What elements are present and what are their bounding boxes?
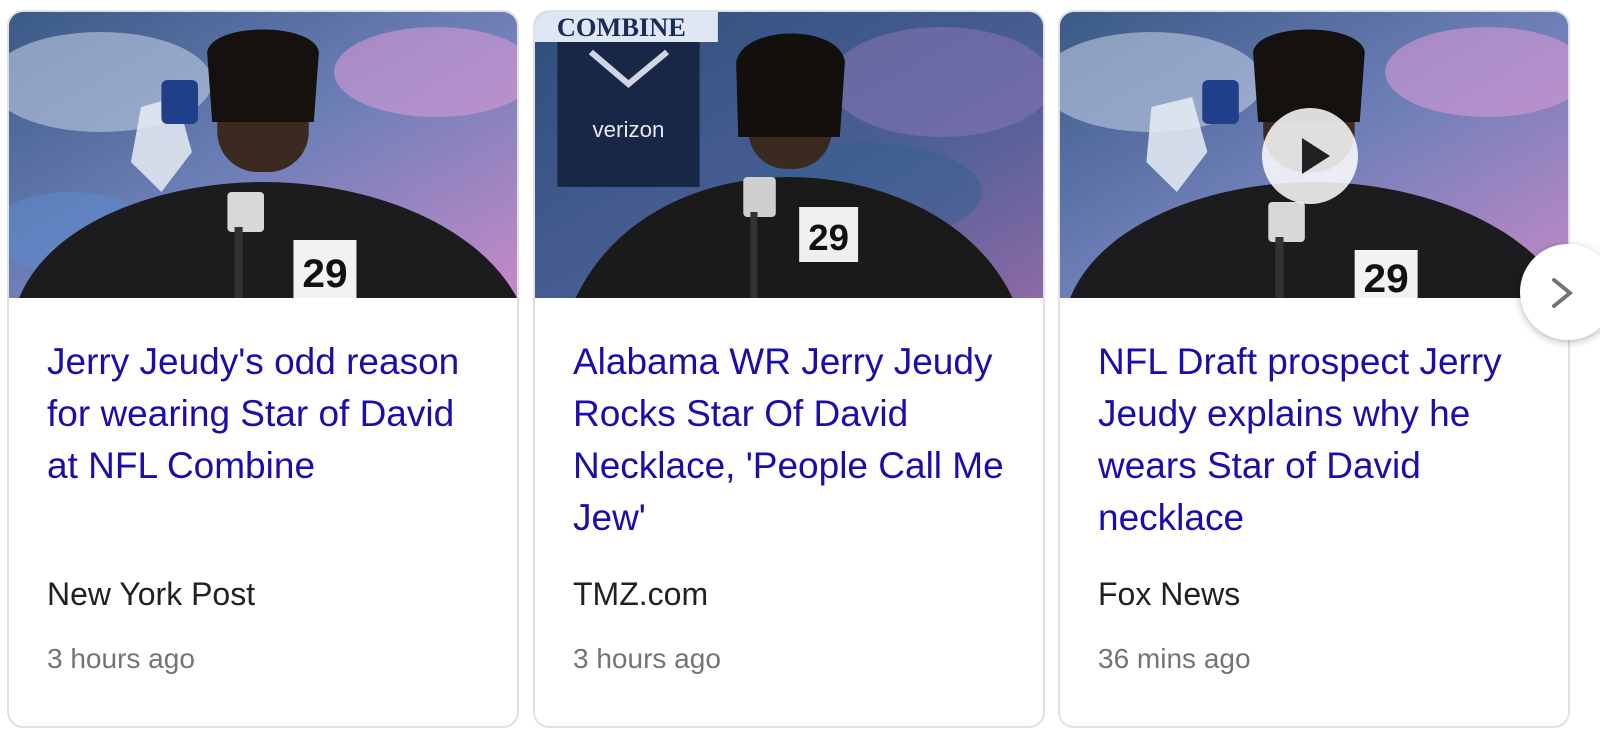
play-button[interactable] xyxy=(1262,108,1358,204)
news-timestamp: 3 hours ago xyxy=(47,643,195,674)
news-card[interactable]: COMBINE verizon 29 Alabama WR Jerry Jeud… xyxy=(533,10,1045,728)
sponsor-text: verizon xyxy=(592,117,664,142)
jersey-number: 29 xyxy=(302,250,347,296)
chevron-right-icon xyxy=(1552,278,1574,308)
news-thumbnail: 29 xyxy=(9,12,517,298)
news-headline[interactable]: Jerry Jeudy's odd reason for wearing Sta… xyxy=(47,336,487,492)
news-headline[interactable]: NFL Draft prospect Jerry Jeudy explains … xyxy=(1098,336,1538,544)
jersey-number: 29 xyxy=(1364,255,1409,298)
news-headline[interactable]: Alabama WR Jerry Jeudy Rocks Star Of Dav… xyxy=(573,336,1013,544)
news-thumbnail: COMBINE verizon 29 xyxy=(535,12,1043,298)
news-source: Fox News xyxy=(1098,576,1241,612)
news-card[interactable]: 29 Jerry Jeudy's odd reason for wearing … xyxy=(7,10,519,728)
news-timestamp: 3 hours ago xyxy=(573,643,721,674)
news-carousel: 29 Jerry Jeudy's odd reason for wearing … xyxy=(0,0,1600,734)
news-source: TMZ.com xyxy=(573,576,709,612)
backdrop-text: COMBINE xyxy=(557,13,686,42)
news-source: New York Post xyxy=(47,576,256,612)
jersey-number: 29 xyxy=(808,217,849,258)
news-card[interactable]: 29 NFL Draft prospect Jerry Jeudy explai… xyxy=(1058,10,1570,728)
play-icon xyxy=(1302,138,1330,174)
news-thumbnail: 29 xyxy=(1060,12,1568,298)
news-timestamp: 36 mins ago xyxy=(1098,643,1251,674)
